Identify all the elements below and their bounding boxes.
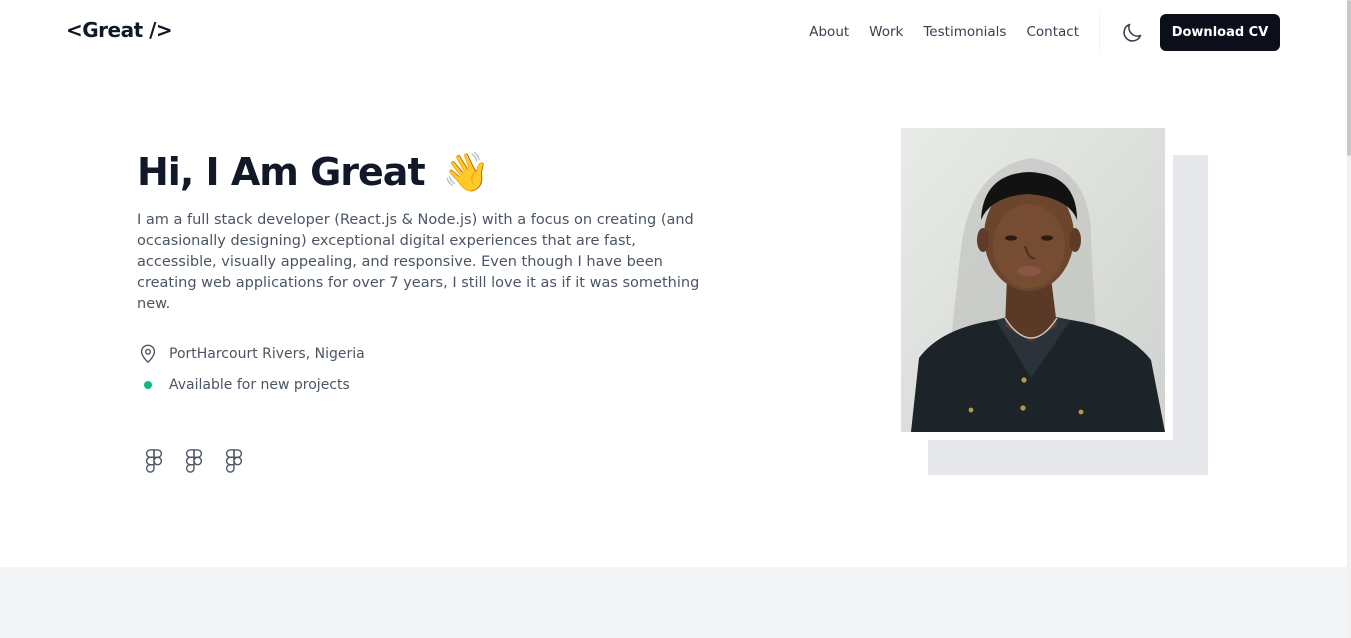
map-pin-icon [137,343,159,365]
social-link-1[interactable] [142,448,166,474]
social-link-3[interactable] [222,448,246,474]
profile-photo [901,128,1165,432]
hero-title: Hi, I Am Great 👋 [137,150,490,195]
moon-icon [1123,23,1142,42]
wave-emoji: 👋 [442,150,490,194]
nav-work[interactable]: Work [869,24,903,40]
logo[interactable]: <Great /> [66,18,173,42]
nav-contact[interactable]: Contact [1026,24,1079,40]
scrollbar[interactable] [1347,0,1351,638]
nav-testimonials[interactable]: Testimonials [923,24,1006,40]
status-dot-icon [137,374,159,396]
theme-toggle-button[interactable] [1116,17,1148,49]
next-section [0,567,1347,638]
scrollbar-thumb[interactable] [1347,0,1351,156]
location-row: PortHarcourt Rivers, Nigeria [137,343,365,365]
header-divider [1099,14,1100,50]
location-text: PortHarcourt Rivers, Nigeria [169,346,365,362]
figma-icon [185,449,203,473]
download-cv-button[interactable]: Download CV [1160,14,1280,51]
page: <Great /> About Work Testimonials Contac… [0,0,1347,638]
site-header: <Great /> About Work Testimonials Contac… [0,0,1347,66]
figma-icon [225,449,243,473]
hero-description: I am a full stack developer (React.js & … [137,212,700,312]
main-nav: About Work Testimonials Contact [809,24,1079,40]
hero-title-text: Hi, I Am Great [137,150,426,194]
nav-about[interactable]: About [809,24,849,40]
availability-row: Available for new projects [137,374,350,396]
social-link-2[interactable] [182,448,206,474]
availability-text: Available for new projects [169,377,350,393]
figma-icon [145,449,163,473]
social-links [142,448,246,474]
